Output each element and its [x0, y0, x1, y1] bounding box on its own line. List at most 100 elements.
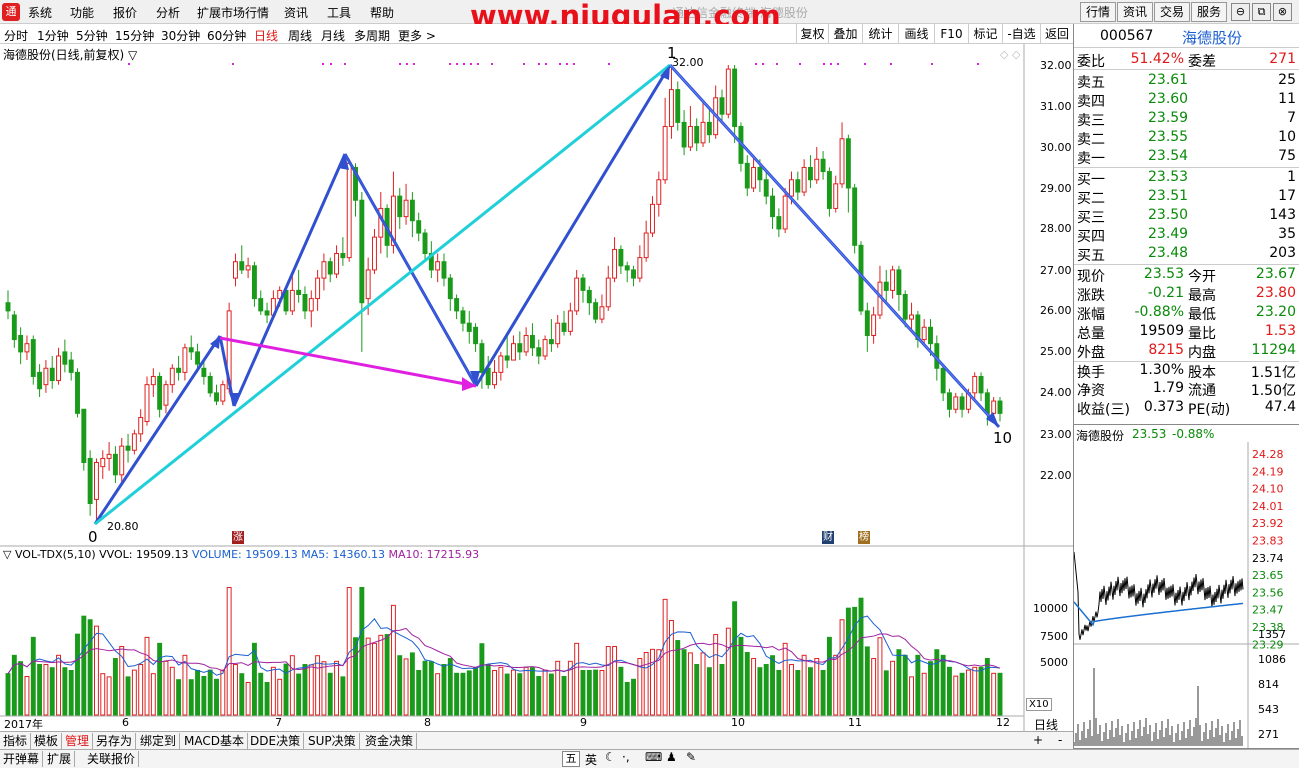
menu-news[interactable]: 资讯	[284, 4, 308, 21]
chart-area[interactable]: ◇ ◇ 海德股份(日线,前复权) ▽ 32.00 20.80 0 1 10 涨 …	[0, 44, 1073, 732]
volume-bar	[871, 658, 877, 716]
candle-body	[359, 199, 365, 304]
btn-danmaku[interactable]: 开弹幕	[0, 751, 44, 767]
menu-analysis[interactable]: 分析	[156, 4, 180, 21]
period-weekly[interactable]: 周线	[288, 27, 312, 44]
limit-up-marker[interactable]: 涨	[232, 531, 244, 544]
tab-save-as[interactable]: 另存为	[93, 733, 137, 749]
volume-bar	[182, 654, 188, 716]
candle-body	[972, 375, 978, 394]
period-intraday[interactable]: 分时	[4, 27, 28, 44]
volume-bar	[138, 664, 144, 716]
menu-system[interactable]: 系统	[28, 4, 52, 21]
menu-quote[interactable]: 报价	[113, 4, 137, 21]
ime-icon[interactable]: 五	[562, 751, 580, 767]
tab-sup[interactable]: SUP决策	[305, 733, 360, 749]
sell-row: 卖一 23.54 75	[1074, 148, 1299, 167]
period-5min[interactable]: 5分钟	[76, 27, 108, 44]
menu-help[interactable]: 帮助	[370, 4, 394, 21]
tool-f10[interactable]: F10	[934, 24, 968, 44]
btn-linked-quote[interactable]: 关联报价	[84, 751, 140, 767]
menu-tools[interactable]: 工具	[327, 4, 351, 21]
volume-bar	[555, 660, 561, 716]
candle-body	[928, 326, 933, 345]
buy-price: 23.49	[1148, 226, 1189, 242]
candle-body	[871, 314, 877, 336]
period-15min[interactable]: 15分钟	[115, 27, 154, 44]
price-tick: 29.00	[1040, 182, 1072, 195]
sell-row: 卖四 23.60 11	[1074, 91, 1299, 110]
candle-body	[845, 138, 851, 189]
user-icon[interactable]: ♟	[666, 750, 677, 764]
tool-stats[interactable]: 统计	[862, 24, 898, 44]
punct-icon[interactable]: ·,	[622, 750, 630, 764]
volume-bar	[75, 633, 80, 716]
ime-lang[interactable]: 英	[585, 751, 597, 768]
period-1min[interactable]: 1分钟	[37, 27, 69, 44]
keyboard-icon[interactable]: ⌨	[645, 750, 662, 764]
close-icon[interactable]: ⊗	[1273, 3, 1292, 21]
period-daily[interactable]: 日线	[254, 27, 278, 44]
candle-body	[637, 257, 643, 279]
rank-marker[interactable]: 榜	[858, 531, 870, 544]
diamond-icon-2[interactable]: ◇	[1012, 48, 1021, 61]
btn-service[interactable]: 服务	[1191, 2, 1227, 22]
menu-extended-market[interactable]: 扩展市场行情	[197, 4, 269, 21]
minimize-icon[interactable]: ⊖	[1231, 3, 1250, 21]
tool-mark[interactable]: 标记	[968, 24, 1002, 44]
tab-manage[interactable]: 管理	[62, 733, 94, 749]
tab-template[interactable]: 模板	[31, 733, 63, 749]
menu-function[interactable]: 功能	[70, 4, 94, 21]
wave-thin-6	[669, 64, 1000, 428]
btn-extend[interactable]: 扩展	[44, 751, 76, 767]
tool-overlay[interactable]: 叠加	[828, 24, 862, 44]
volume-bar	[176, 679, 182, 716]
stat-value: 47.4	[1264, 399, 1296, 415]
candle-body	[466, 322, 472, 332]
volume-bar	[485, 664, 491, 716]
period-60min[interactable]: 60分钟	[207, 27, 246, 44]
vol-indicator-name[interactable]: ▽ VOL-TDX(5,10)	[3, 548, 96, 561]
candle-body	[131, 433, 137, 451]
tab-indicator[interactable]: 指标	[0, 733, 32, 749]
period-multi[interactable]: 多周期	[354, 27, 390, 44]
tool-adjust[interactable]: 复权	[796, 24, 828, 44]
restore-icon[interactable]: ⧉	[1252, 3, 1271, 21]
tab-funds[interactable]: 资金决策	[362, 733, 418, 749]
candle-body	[498, 355, 504, 373]
tool-draw[interactable]: 画线	[898, 24, 934, 44]
period-more[interactable]: 更多 >	[398, 27, 436, 44]
candle-body	[826, 171, 832, 209]
intraday-mini-chart[interactable]: 24.28 24.19 24.10 24.01 23.92 23.83 23.74 23.65…	[1074, 442, 1299, 748]
stat-label: 最低	[1188, 307, 1216, 323]
finance-marker[interactable]: 财	[822, 531, 834, 544]
volume-bar	[473, 666, 479, 716]
volume-bar	[435, 673, 441, 716]
tab-dde[interactable]: DDE决策	[247, 733, 305, 749]
stock-header: 000567 海德股份	[1074, 26, 1299, 48]
tab-macd[interactable]: MACD基本	[181, 733, 248, 749]
stat-value: 23.20	[1255, 304, 1296, 320]
candle-body	[694, 125, 700, 144]
stat-value: -0.88%	[1134, 304, 1184, 320]
btn-quote[interactable]: 行情	[1080, 2, 1116, 22]
tool-back[interactable]: 返回	[1040, 24, 1073, 44]
volume-bar	[270, 666, 276, 716]
zoom-out-icon[interactable]: -	[1058, 733, 1062, 747]
diamond-icon[interactable]: ◇	[1000, 48, 1009, 61]
vol-tick: 10000	[1033, 602, 1068, 615]
price-tick: 32.00	[1040, 59, 1072, 72]
zoom-in-icon[interactable]: +	[1033, 733, 1043, 747]
tool-watchlist[interactable]: -自选	[1002, 24, 1040, 44]
moon-icon[interactable]: ☾	[605, 750, 616, 764]
volume-bar	[864, 646, 870, 716]
candle-body	[807, 166, 813, 181]
wrench-icon[interactable]: ✎	[686, 750, 696, 764]
btn-trade[interactable]: 交易	[1154, 2, 1190, 22]
tab-bind-to[interactable]: 绑定到	[137, 733, 181, 749]
kline-chart[interactable]: ◇ ◇	[0, 44, 1073, 732]
period-30min[interactable]: 30分钟	[161, 27, 200, 44]
candle-body	[144, 384, 150, 423]
btn-news[interactable]: 资讯	[1117, 2, 1153, 22]
period-monthly[interactable]: 月线	[321, 27, 345, 44]
